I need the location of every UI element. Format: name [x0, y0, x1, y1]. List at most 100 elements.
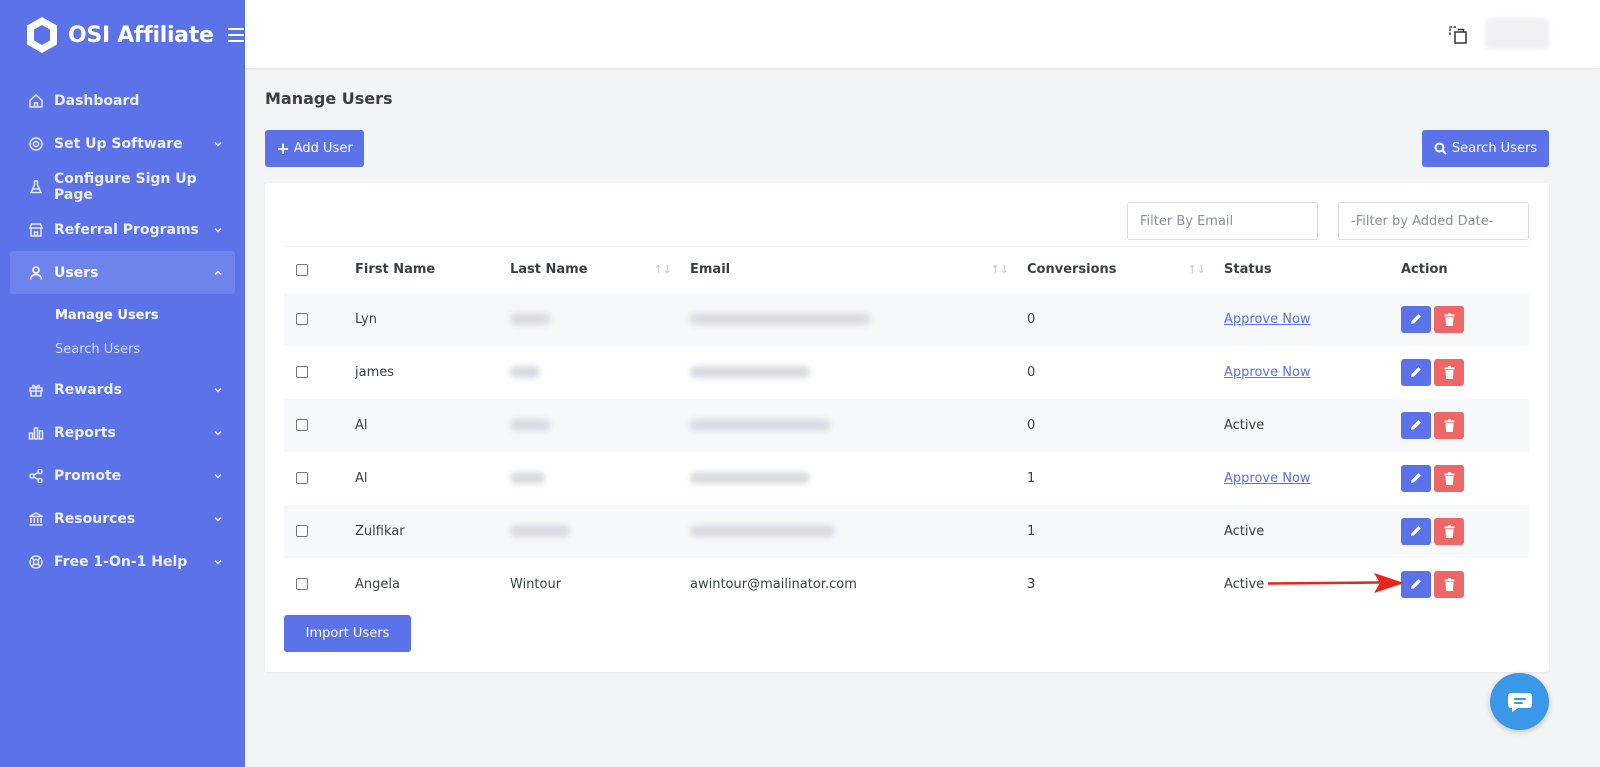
chat-widget-button[interactable]	[1490, 673, 1549, 730]
sidebar-item-rewards[interactable]: Rewards	[0, 368, 245, 411]
chevron-down-icon	[213, 471, 223, 481]
sidebar-subitem-search-users[interactable]: Search Users	[0, 332, 245, 366]
brand: OSI Affiliate	[0, 0, 245, 70]
conversions-text: 0	[1027, 417, 1036, 433]
approve-now-link[interactable]: Approve Now	[1224, 471, 1311, 486]
row-checkbox[interactable]	[296, 472, 308, 484]
edit-user-button[interactable]	[1401, 411, 1431, 439]
row-checkbox[interactable]	[296, 419, 308, 431]
row-checkbox[interactable]	[296, 525, 308, 537]
chevron-up-icon	[213, 268, 223, 278]
filter-date-input[interactable]	[1338, 202, 1529, 240]
delete-user-button[interactable]	[1434, 517, 1464, 545]
edit-user-button[interactable]	[1401, 305, 1431, 333]
redacted-last-name	[510, 419, 550, 431]
approve-now-link[interactable]: Approve Now	[1224, 365, 1311, 380]
last-name-text: Wintour	[510, 576, 562, 592]
approve-now-link[interactable]: Approve Now	[1224, 312, 1311, 327]
sidebar-subitem-manage-users[interactable]: Manage Users	[0, 298, 245, 332]
user-avatar[interactable]	[1485, 18, 1549, 50]
row-checkbox-cell	[284, 398, 355, 452]
pencil-icon	[1411, 473, 1421, 483]
store-icon	[28, 222, 44, 238]
last-name-cell	[510, 504, 690, 558]
delete-user-button[interactable]	[1434, 570, 1464, 598]
conversions-text: 1	[1027, 470, 1036, 486]
annotation-arrow-icon	[1268, 573, 1404, 593]
last-name-cell	[510, 452, 690, 505]
edit-user-button[interactable]	[1401, 517, 1431, 545]
row-checkbox[interactable]	[296, 578, 308, 590]
status-cell: Approve Now	[1224, 292, 1401, 346]
search-users-button[interactable]: Search Users	[1422, 130, 1549, 167]
pencil-icon	[1411, 579, 1421, 589]
delete-user-button[interactable]	[1434, 464, 1464, 492]
row-checkbox-cell	[284, 558, 355, 611]
redacted-email	[690, 525, 835, 537]
share-icon	[28, 468, 44, 484]
sidebar-item-reports[interactable]: Reports	[0, 411, 245, 454]
delete-user-button[interactable]	[1434, 358, 1464, 386]
edit-user-button[interactable]	[1401, 358, 1431, 386]
table-header-row: First Name Last Name ↑↓ Email ↑↓ Conversio…	[284, 246, 1529, 293]
status-text: Active	[1224, 523, 1265, 539]
topbar	[245, 0, 1600, 68]
filter-email-input[interactable]	[1127, 202, 1318, 240]
sidebar-item-set-up-software[interactable]: Set Up Software	[0, 122, 245, 165]
redacted-last-name	[510, 313, 550, 325]
table-row: Zulfikar 1 Active	[284, 504, 1529, 558]
row-checkbox-cell	[284, 452, 355, 505]
conversions-text: 0	[1027, 364, 1036, 380]
users-card: First Name Last Name ↑↓ Email ↑↓ Conversio…	[265, 183, 1549, 672]
fullscreen-icon[interactable]	[1448, 25, 1468, 45]
trash-icon	[1444, 577, 1454, 591]
edit-user-button[interactable]	[1401, 570, 1431, 598]
edit-user-button[interactable]	[1401, 464, 1431, 492]
sidebar-item-free-help[interactable]: Free 1-On-1 Help	[0, 540, 245, 583]
sort-icon[interactable]: ↑↓	[654, 263, 672, 276]
redacted-email	[690, 366, 810, 378]
header-conversions[interactable]: Conversions ↑↓	[1027, 246, 1224, 293]
status-text: Active	[1224, 576, 1265, 592]
chevron-down-icon	[213, 557, 223, 567]
sort-icon[interactable]: ↑↓	[1188, 263, 1206, 276]
sidebar-item-referral-programs[interactable]: Referral Programs	[0, 208, 245, 251]
action-cell	[1401, 292, 1529, 346]
sort-icon[interactable]: ↑↓	[991, 263, 1009, 276]
redacted-email	[690, 419, 830, 431]
chevron-down-icon	[213, 385, 223, 395]
row-checkbox[interactable]	[296, 313, 308, 325]
chat-icon	[1507, 692, 1532, 712]
row-checkbox[interactable]	[296, 366, 308, 378]
status-cell: Active	[1224, 504, 1401, 558]
sidebar-item-label: Users	[54, 264, 99, 281]
sidebar-item-promote[interactable]: Promote	[0, 454, 245, 497]
bar-chart-icon	[28, 425, 44, 441]
conversions-cell: 0	[1027, 346, 1224, 399]
sidebar-item-dashboard[interactable]: Dashboard	[0, 79, 245, 122]
delete-user-button[interactable]	[1434, 411, 1464, 439]
conversions-cell: 1	[1027, 452, 1224, 505]
import-users-button[interactable]: Import Users	[284, 615, 411, 652]
header-label: Status	[1224, 262, 1272, 278]
sidebar-item-label: Reports	[54, 424, 116, 441]
sidebar-item-users[interactable]: Users	[10, 251, 235, 294]
first-name-cell: james	[355, 346, 510, 399]
add-user-button[interactable]: + Add User	[265, 130, 364, 167]
sidebar-item-configure-sign-up-page[interactable]: Configure Sign Up Page	[0, 165, 245, 208]
action-cell	[1401, 398, 1529, 452]
select-all-checkbox[interactable]	[296, 263, 308, 276]
email-cell	[690, 292, 1027, 346]
delete-user-button[interactable]	[1434, 305, 1464, 333]
last-name-cell	[510, 292, 690, 346]
sidebar-item-resources[interactable]: Resources	[0, 497, 245, 540]
trash-icon	[1444, 471, 1454, 485]
header-first-name[interactable]: First Name	[355, 246, 510, 293]
conversions-cell: 0	[1027, 292, 1224, 346]
hamburger-menu-icon[interactable]	[227, 28, 244, 42]
header-email[interactable]: Email ↑↓	[690, 246, 1027, 293]
header-last-name[interactable]: Last Name ↑↓	[510, 246, 690, 293]
header-action: Action	[1401, 246, 1529, 293]
pencil-icon	[1411, 526, 1421, 536]
table-row: Lyn 0 Approve Now	[284, 292, 1529, 346]
